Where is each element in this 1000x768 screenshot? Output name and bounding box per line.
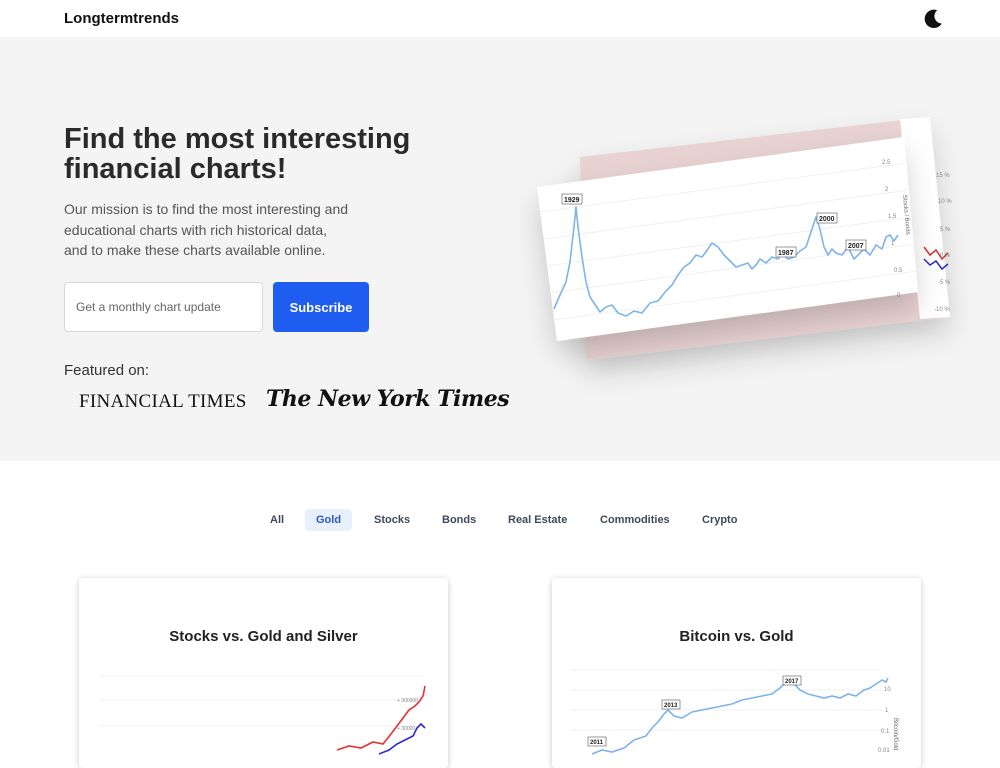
card1-tick-1: + 30000 <box>397 726 415 732</box>
back-tick-2: 5 % <box>940 227 951 233</box>
hero-headline: Find the most interesting financial char… <box>64 124 484 184</box>
chart-card-bitcoin-gold[interactable]: Bitcoin vs. Gold 2011 2013 2017 10 1 0.1… <box>552 578 921 768</box>
right-tick-4: 0.5 <box>894 268 903 274</box>
filter-tab-bonds[interactable]: Bonds <box>431 509 487 531</box>
email-input[interactable] <box>64 282 263 332</box>
top-navigation-bar: Longtermtrends <box>0 0 1000 37</box>
new-york-times-logo: The New York Times <box>266 386 510 412</box>
brand-logo-text[interactable]: Longtermtrends <box>64 10 179 27</box>
headline-line-2: financial charts! <box>64 153 287 185</box>
filter-tab-stocks[interactable]: Stocks <box>363 509 421 531</box>
annotation-1987: 1987 <box>778 250 794 257</box>
mission-line-3: and to make these charts available onlin… <box>64 242 326 258</box>
annotation-2000: 2000 <box>819 216 835 223</box>
card-chart-thumbnail: 2011 2013 2017 10 1 0.1 0.01 Bitcoin/Gol… <box>570 669 898 755</box>
hero-chart-preview: 15 % 10 % 5 % 0 % -5 % -10 % 1929 1987 2… <box>537 117 952 360</box>
filter-tab-commodities[interactable]: Commodities <box>589 509 681 531</box>
card2-tick-3: 0.01 <box>878 748 890 754</box>
right-tick-2: 1.5 <box>888 214 897 220</box>
annotation-2011: 2011 <box>590 740 604 746</box>
moon-icon[interactable] <box>922 8 944 30</box>
card-chart-thumbnail: + 300000 + 30000 <box>99 675 426 755</box>
back-tick-3: 0 % <box>940 253 951 259</box>
annotation-2017: 2017 <box>785 679 799 685</box>
annotation-2007: 2007 <box>848 243 864 250</box>
filter-tab-real-estate[interactable]: Real Estate <box>497 509 578 531</box>
filter-tab-all[interactable]: All <box>259 509 295 531</box>
back-tick-5: -10 % <box>934 307 950 313</box>
financial-times-logo: FINANCIAL TIMES <box>79 391 247 412</box>
mission-line-2: educational charts with rich historical … <box>64 221 328 238</box>
back-tick-1: 10 % <box>938 199 952 205</box>
filter-tab-gold[interactable]: Gold <box>305 509 353 531</box>
filter-tab-crypto[interactable]: Crypto <box>691 509 748 531</box>
back-tick-4: -5 % <box>938 280 951 286</box>
back-tick-0: 15 % <box>936 173 950 179</box>
card2-tick-1: 1 <box>885 708 889 714</box>
card2-tick-0: 10 <box>884 687 891 693</box>
annotation-2013: 2013 <box>664 703 678 709</box>
hero-section: Find the most interesting financial char… <box>0 37 1000 461</box>
headline-line-1: Find the most interesting <box>64 123 411 155</box>
annotation-1929: 1929 <box>564 197 580 204</box>
featured-on-label: Featured on: <box>64 362 150 379</box>
subscribe-button[interactable]: Subscribe <box>273 282 369 332</box>
chart-card-stocks-gold-silver[interactable]: Stocks vs. Gold and Silver + 300000 + 30… <box>79 578 448 768</box>
card2-axis-label: Bitcoin/Gold <box>892 718 898 750</box>
card2-tick-2: 0.1 <box>881 729 890 735</box>
category-filter-tabs: All Gold Stocks Bonds Real Estate Commod… <box>0 509 1000 531</box>
right-tick-0: 2.5 <box>882 160 891 166</box>
mission-line-1: Our mission is to find the most interest… <box>64 201 349 217</box>
card1-tick-0: + 300000 <box>397 698 418 704</box>
mission-text: Our mission is to find the most interest… <box>64 199 364 261</box>
